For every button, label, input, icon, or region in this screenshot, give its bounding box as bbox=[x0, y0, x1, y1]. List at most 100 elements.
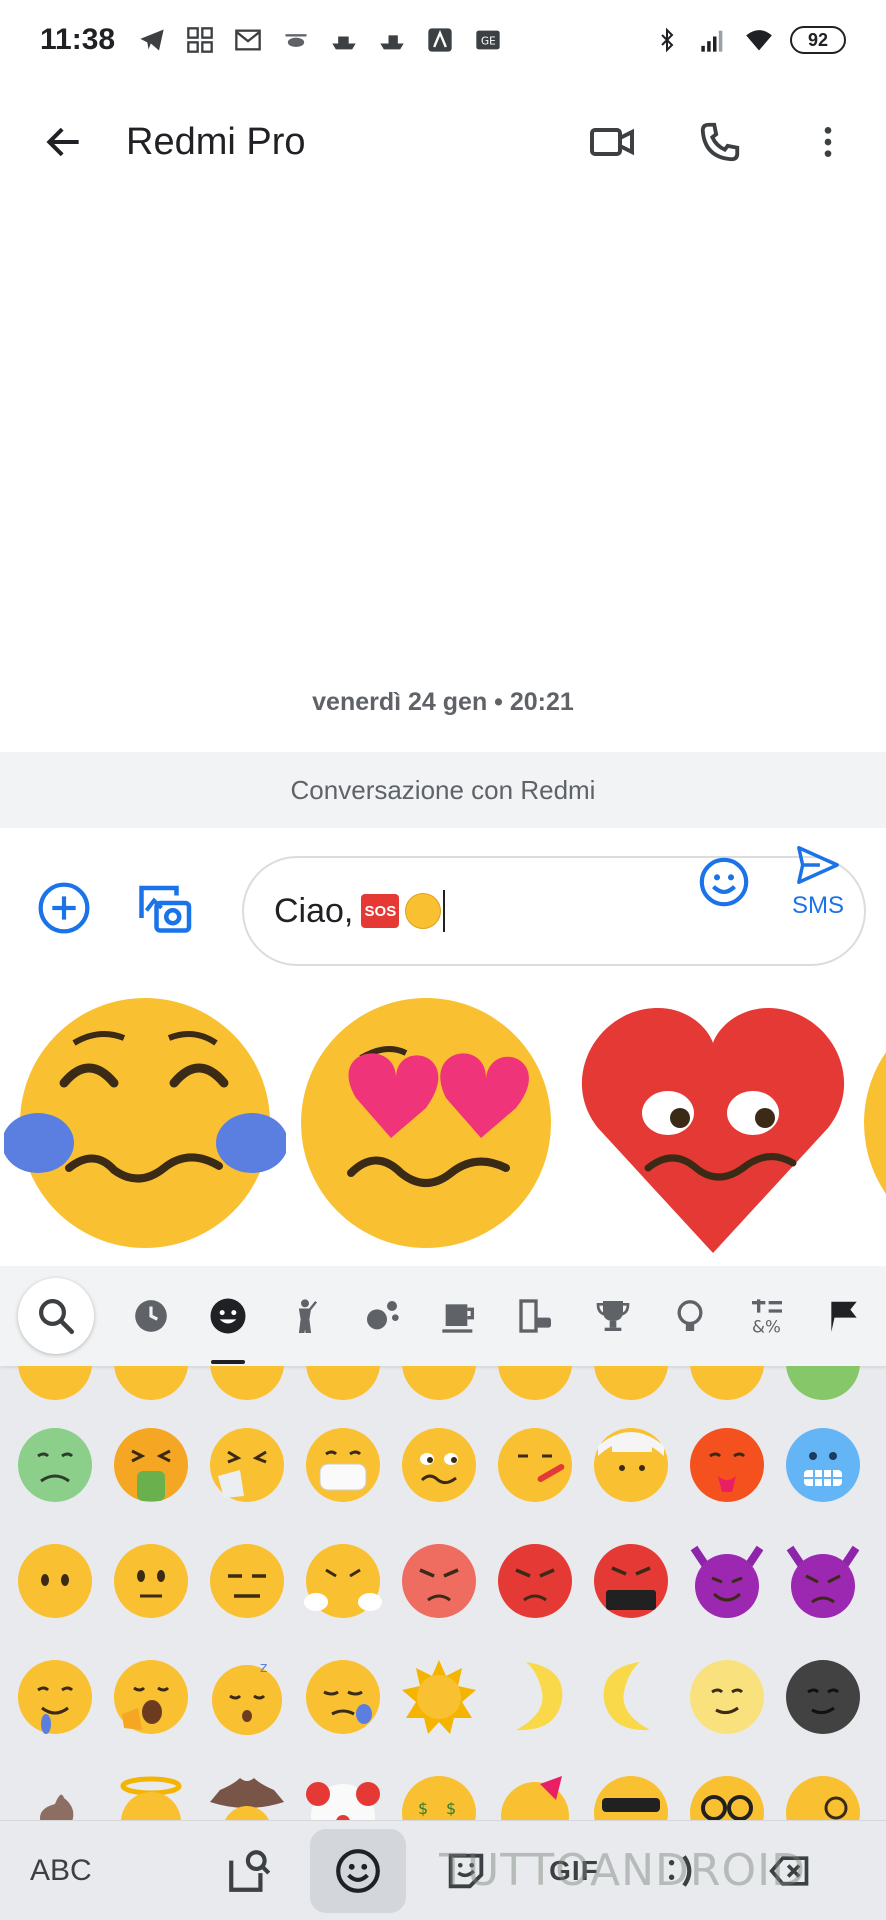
partial-emoji bbox=[864, 1052, 886, 1194]
hot-face-emoji[interactable] bbox=[688, 1426, 766, 1504]
emoji-cell[interactable] bbox=[688, 1366, 766, 1402]
conversation-title: Redmi Pro bbox=[126, 120, 306, 163]
sleeping-face-emoji[interactable]: z bbox=[208, 1658, 286, 1736]
sun-with-face-emoji[interactable] bbox=[400, 1658, 478, 1736]
cold-face-emoji[interactable] bbox=[784, 1426, 862, 1504]
suggestion-crying-woozy[interactable] bbox=[2, 998, 288, 1253]
category-travel[interactable] bbox=[497, 1266, 574, 1366]
sos-emoji: SOS bbox=[361, 894, 400, 928]
svg-text:GE: GE bbox=[481, 36, 496, 48]
compose-bar: Ciao, SOS SMS bbox=[0, 828, 886, 984]
emoji-keyboard-button[interactable] bbox=[696, 854, 752, 910]
drooling-face-emoji[interactable] bbox=[16, 1658, 94, 1736]
back-button[interactable] bbox=[28, 106, 100, 178]
yawning-face-emoji[interactable] bbox=[112, 1658, 190, 1736]
ship-icon bbox=[329, 25, 359, 55]
cursing-face-emoji[interactable] bbox=[592, 1542, 670, 1620]
suggestion-partial[interactable] bbox=[864, 998, 886, 1253]
status-bar: 11:38 GE 92 bbox=[0, 0, 886, 80]
woozy-face-emoji[interactable] bbox=[400, 1426, 478, 1504]
emoji-row-partial bbox=[16, 1366, 862, 1402]
emoji-cell[interactable] bbox=[16, 1366, 94, 1402]
person-icon bbox=[298, 1299, 317, 1334]
suggestion-heart-woozy[interactable] bbox=[578, 998, 848, 1263]
sticker-search-button[interactable] bbox=[202, 1829, 298, 1913]
wifi-icon bbox=[744, 25, 774, 55]
neutral-face-emoji[interactable] bbox=[112, 1542, 190, 1620]
flag-icon bbox=[830, 1301, 857, 1332]
category-smileys[interactable] bbox=[189, 1266, 266, 1366]
app-store-icon bbox=[425, 25, 455, 55]
mask-face-emoji[interactable] bbox=[304, 1426, 382, 1504]
lightbulb-icon bbox=[677, 1300, 702, 1331]
suggestion-hearts-woozy[interactable] bbox=[296, 998, 556, 1253]
pouting-face-emoji[interactable] bbox=[496, 1542, 574, 1620]
phone-icon bbox=[700, 122, 740, 162]
message-input[interactable]: Ciao, SOS bbox=[242, 856, 866, 966]
video-camera-icon bbox=[590, 128, 634, 156]
expressionless-face-emoji[interactable] bbox=[208, 1542, 286, 1620]
red-heart-woozy-emoji bbox=[581, 1008, 845, 1253]
category-recent[interactable] bbox=[112, 1266, 189, 1366]
helicopter-icon bbox=[281, 25, 311, 55]
category-flags[interactable] bbox=[805, 1266, 882, 1366]
travel-icon bbox=[518, 1299, 551, 1333]
abc-switch-button[interactable]: ABC bbox=[30, 1854, 140, 1888]
emoji-cell[interactable] bbox=[400, 1366, 478, 1402]
category-objects[interactable] bbox=[651, 1266, 728, 1366]
text-cursor bbox=[443, 890, 446, 932]
heart-eyes-woozy-emoji bbox=[301, 998, 551, 1248]
animals-icon bbox=[366, 1301, 399, 1330]
more-options-button[interactable] bbox=[792, 106, 864, 178]
nauseated-face-emoji[interactable] bbox=[16, 1426, 94, 1504]
no-mouth-face-emoji[interactable] bbox=[16, 1542, 94, 1620]
category-people[interactable] bbox=[266, 1266, 343, 1366]
category-animals[interactable] bbox=[343, 1266, 420, 1366]
attach-button[interactable] bbox=[36, 880, 92, 936]
voice-call-button[interactable] bbox=[684, 106, 756, 178]
emoji-cell[interactable] bbox=[304, 1366, 382, 1402]
ge-app-icon: GE bbox=[473, 25, 503, 55]
emoji-cell[interactable] bbox=[208, 1366, 286, 1402]
video-call-button[interactable] bbox=[576, 106, 648, 178]
angry-devil-emoji[interactable] bbox=[784, 1542, 862, 1620]
last-quarter-moon-face-emoji[interactable] bbox=[496, 1658, 574, 1736]
status-time: 11:38 bbox=[40, 23, 116, 56]
emoji-cell[interactable] bbox=[496, 1366, 574, 1402]
bandage-face-emoji[interactable] bbox=[592, 1426, 670, 1504]
emoji-tab-button[interactable] bbox=[310, 1828, 406, 1913]
sneezing-face-emoji[interactable] bbox=[208, 1426, 286, 1504]
svg-text:$: $ bbox=[418, 1799, 428, 1818]
emoji-cell[interactable] bbox=[112, 1366, 190, 1402]
add-circle-icon bbox=[38, 882, 90, 934]
steam-nose-face-emoji[interactable] bbox=[304, 1542, 382, 1620]
food-icon bbox=[441, 1304, 474, 1333]
smiling-devil-emoji[interactable] bbox=[688, 1542, 766, 1620]
category-food[interactable] bbox=[420, 1266, 497, 1366]
sleepy-face-emoji[interactable] bbox=[304, 1658, 382, 1736]
new-moon-face-emoji[interactable] bbox=[784, 1658, 862, 1736]
category-symbols[interactable]: &% bbox=[728, 1266, 805, 1366]
send-button[interactable]: SMS bbox=[778, 842, 858, 924]
smiley-icon bbox=[336, 1848, 380, 1893]
status-system-icons: 92 bbox=[652, 25, 846, 55]
apps-grid-icon bbox=[185, 25, 215, 55]
app-bar: Redmi Pro bbox=[0, 80, 886, 204]
sticker-search-icon bbox=[229, 1849, 271, 1892]
watermark: TUTTOANDROID bbox=[439, 1845, 806, 1896]
ship-icon-2 bbox=[377, 25, 407, 55]
full-moon-face-emoji[interactable] bbox=[688, 1658, 766, 1736]
bluetooth-icon bbox=[652, 25, 682, 55]
category-activities[interactable] bbox=[574, 1266, 651, 1366]
smiley-icon bbox=[210, 1298, 245, 1334]
thermometer-face-emoji[interactable] bbox=[496, 1426, 574, 1504]
emoji-cell[interactable] bbox=[784, 1366, 862, 1402]
gallery-button[interactable] bbox=[134, 878, 194, 938]
arrow-back-icon bbox=[46, 127, 79, 157]
smiley-icon bbox=[699, 857, 749, 907]
emoji-search-button[interactable] bbox=[18, 1278, 94, 1354]
vomiting-face-emoji[interactable] bbox=[112, 1426, 190, 1504]
angry-face-emoji[interactable] bbox=[400, 1542, 478, 1620]
emoji-cell[interactable] bbox=[592, 1366, 670, 1402]
first-quarter-moon-face-emoji[interactable] bbox=[592, 1658, 670, 1736]
